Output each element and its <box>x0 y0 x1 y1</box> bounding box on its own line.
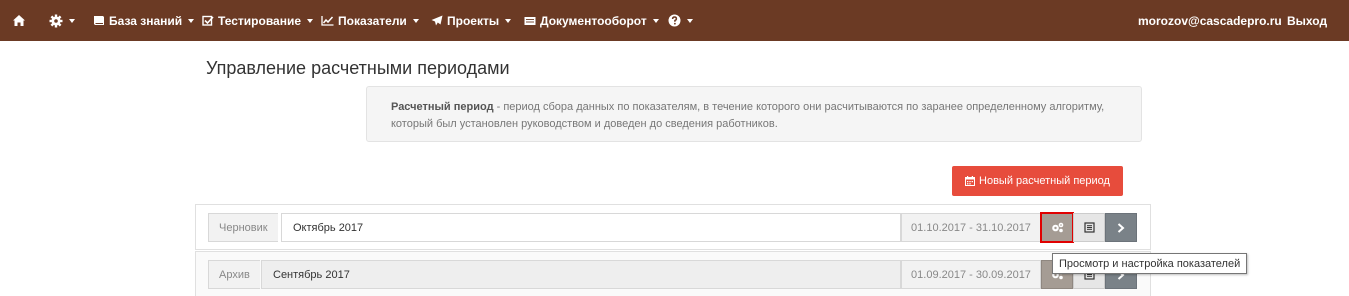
open-period-button[interactable] <box>1105 213 1137 242</box>
checkbox-icon <box>202 15 214 26</box>
settings-menu[interactable] <box>49 0 75 41</box>
nav-label: Тестирование <box>218 13 302 28</box>
period-row: Черновик Октябрь 2017 01.10.2017 - 31.10… <box>195 204 1151 250</box>
gears-icon <box>1051 222 1063 233</box>
chart-line-icon <box>321 16 334 26</box>
book-icon <box>94 16 104 25</box>
info-text: - период сбора данных по показателям, в … <box>391 101 1105 130</box>
period-name-field[interactable]: Октябрь 2017 <box>281 213 901 242</box>
nav-projects[interactable]: Проекты <box>431 0 512 41</box>
page-title: Управление расчетными периодами <box>206 58 510 78</box>
nav-label: Показатели <box>338 13 407 28</box>
nav-testing[interactable]: Тестирование <box>202 0 314 41</box>
period-row: Архив Сентябрь 2017 01.09.2017 - 30.09.2… <box>195 251 1151 296</box>
nav-label: Проекты <box>447 13 500 28</box>
list-icon <box>1083 222 1095 233</box>
nav-document-flow[interactable]: Документооборот <box>524 0 659 41</box>
user-email-text: morozov@cascadepro.ru <box>1138 13 1282 28</box>
info-term: Расчетный период <box>391 101 494 113</box>
info-box: Расчетный период - период сбора данных п… <box>366 86 1142 142</box>
top-navbar: База знаний Тестирование Показатели Прое… <box>0 0 1349 41</box>
period-name-field[interactable]: Сентябрь 2017 <box>261 260 901 289</box>
nav-label: База знаний <box>109 13 183 28</box>
tooltip: Просмотр и настройка показателей <box>1052 253 1248 274</box>
calendar-icon <box>965 176 976 186</box>
paper-plane-icon <box>431 15 443 26</box>
gear-icon <box>49 14 63 27</box>
help-menu[interactable] <box>668 0 693 41</box>
nav-indicators[interactable]: Показатели <box>321 0 419 41</box>
new-period-label: Новый расчетный период <box>979 175 1110 187</box>
nav-knowledge-base[interactable]: База знаний <box>93 0 195 41</box>
period-dates: 01.10.2017 - 31.10.2017 <box>901 213 1041 242</box>
new-period-button[interactable]: Новый расчетный период <box>952 166 1123 196</box>
view-list-button[interactable] <box>1073 213 1105 242</box>
home-icon <box>13 15 25 26</box>
user-email[interactable]: morozov@cascadepro.ru <box>1138 0 1282 41</box>
nav-label: Документооборот <box>540 13 647 28</box>
indicator-settings-button[interactable] <box>1040 212 1074 243</box>
chevron-right-icon <box>1117 222 1125 233</box>
home-link[interactable] <box>12 0 26 41</box>
period-status: Черновик <box>208 213 278 242</box>
document-icon <box>524 16 536 25</box>
logout-label: Выход <box>1287 13 1328 28</box>
question-circle-icon <box>668 14 681 27</box>
logout-link[interactable]: Выход <box>1287 0 1327 41</box>
period-status: Архив <box>208 260 260 289</box>
period-dates: 01.09.2017 - 30.09.2017 <box>901 260 1041 289</box>
